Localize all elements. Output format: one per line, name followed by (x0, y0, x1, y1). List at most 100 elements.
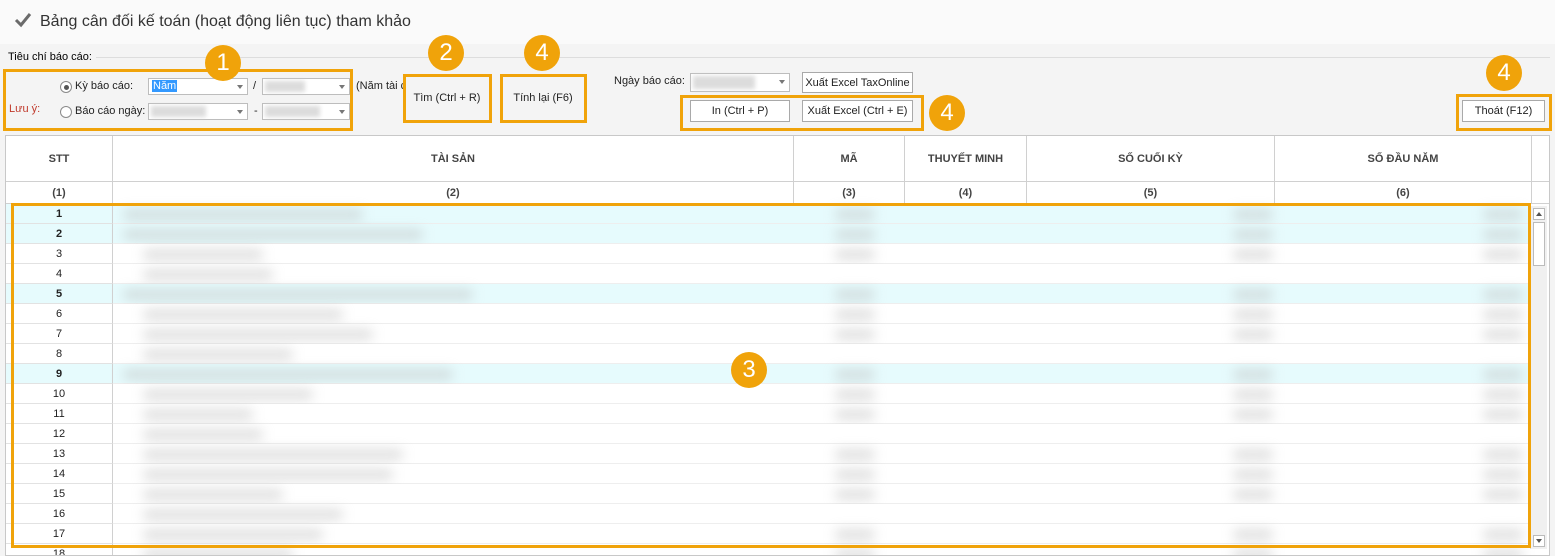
period-type-select[interactable]: Năm (148, 78, 248, 95)
blurred-code (835, 310, 875, 319)
blurred-value (151, 106, 206, 117)
blurred-begin-balance (1483, 450, 1523, 459)
table-row-number[interactable]: 15 (6, 484, 113, 504)
col-header-assets[interactable]: TÀI SẢN (113, 136, 794, 182)
period-radio[interactable] (60, 81, 72, 93)
blurred-asset-name (143, 390, 313, 399)
table-row[interactable] (113, 484, 1531, 504)
col-header-end-balance[interactable]: SỐ CUỐI KỲ (1027, 136, 1275, 182)
blurred-code (835, 450, 875, 459)
col-header-stt[interactable]: STT (6, 136, 113, 182)
date-from-select[interactable] (148, 103, 248, 120)
table-row-number[interactable]: 8 (6, 344, 113, 364)
table-row[interactable] (113, 524, 1531, 544)
export-taxonline-button[interactable]: Xuất Excel TaxOnline (802, 72, 913, 93)
print-button[interactable]: In (Ctrl + P) (690, 100, 790, 122)
col-sub-1: (1) (6, 182, 113, 204)
blurred-begin-balance (1483, 390, 1523, 399)
table-row[interactable] (113, 324, 1531, 344)
period-radio-label[interactable]: Kỳ báo cáo: (75, 80, 133, 92)
table-row-number[interactable]: 10 (6, 384, 113, 404)
blurred-asset-name (123, 230, 423, 239)
table-row[interactable] (113, 384, 1531, 404)
blurred-code (835, 390, 875, 399)
blurred-asset-name (143, 430, 263, 439)
blurred-asset-name (143, 270, 273, 279)
table-row[interactable] (113, 404, 1531, 424)
blurred-asset-name (123, 370, 453, 379)
table-row[interactable] (113, 464, 1531, 484)
blurred-code (835, 530, 875, 539)
table-row-number[interactable]: 18 (6, 544, 113, 555)
export-excel-button[interactable]: Xuất Excel (Ctrl + E) (802, 100, 913, 122)
table-row-number[interactable]: 1 (6, 204, 113, 224)
table-row[interactable] (113, 544, 1531, 555)
find-button[interactable]: Tìm (Ctrl + R) (406, 86, 488, 110)
table-row[interactable] (113, 224, 1531, 244)
recalc-button[interactable]: Tính lại (F6) (503, 86, 583, 110)
table-row[interactable] (113, 364, 1531, 384)
table-row[interactable] (113, 504, 1531, 524)
table-row[interactable] (113, 204, 1531, 224)
col-sub-2: (2) (113, 182, 794, 204)
col-sub-5: (5) (1027, 182, 1275, 204)
vertical-scrollbar[interactable] (1530, 206, 1547, 549)
report-date-select[interactable] (690, 73, 790, 92)
blurred-end-balance (1233, 370, 1273, 379)
date-to-select[interactable] (262, 103, 350, 120)
blurred-asset-name (143, 350, 293, 359)
table-row[interactable] (113, 304, 1531, 324)
blurred-value (265, 106, 320, 117)
table-row-number[interactable]: 13 (6, 444, 113, 464)
blurred-begin-balance (1483, 290, 1523, 299)
blurred-code (835, 550, 875, 555)
badge-2: 2 (428, 35, 464, 71)
badge-4-recalc: 4 (524, 35, 560, 71)
date-radio[interactable] (60, 106, 72, 118)
table-row-number[interactable]: 14 (6, 464, 113, 484)
blurred-begin-balance (1483, 470, 1523, 479)
blurred-end-balance (1233, 490, 1273, 499)
criteria-label: Tiêu chí báo cáo: (8, 51, 92, 63)
blurred-end-balance (1233, 330, 1273, 339)
title-bar: Bảng cân đối kế toán (hoạt động liên tục… (0, 0, 1555, 44)
scroll-up-icon[interactable] (1533, 208, 1545, 220)
table-row-number[interactable]: 4 (6, 264, 113, 284)
blurred-asset-name (143, 530, 323, 539)
chevron-down-icon (339, 85, 345, 89)
blurred-asset-name (123, 210, 363, 219)
table-row[interactable] (113, 284, 1531, 304)
balance-sheet-grid[interactable]: STT TÀI SẢN MÃ THUYẾT MINH SỐ CUỐI KỲ SỐ… (5, 135, 1550, 556)
table-row-number[interactable]: 11 (6, 404, 113, 424)
table-row-number[interactable]: 6 (6, 304, 113, 324)
scroll-down-icon[interactable] (1533, 535, 1545, 547)
period-year-select[interactable] (262, 78, 350, 95)
blurred-begin-balance (1483, 230, 1523, 239)
blurred-asset-name (143, 510, 343, 519)
table-row[interactable] (113, 344, 1531, 364)
col-header-code[interactable]: MÃ (794, 136, 905, 182)
col-header-begin-balance[interactable]: SỐ ĐẦU NĂM (1275, 136, 1532, 182)
dash-separator: - (254, 105, 258, 117)
table-row-number[interactable]: 3 (6, 244, 113, 264)
table-row-number[interactable]: 17 (6, 524, 113, 544)
chevron-down-icon (237, 85, 243, 89)
exit-button[interactable]: Thoát (F12) (1462, 100, 1545, 122)
table-row[interactable] (113, 244, 1531, 264)
blurred-end-balance (1233, 450, 1273, 459)
table-row-number[interactable]: 5 (6, 284, 113, 304)
table-row-number[interactable]: 7 (6, 324, 113, 344)
blurred-end-balance (1233, 390, 1273, 399)
table-row-number[interactable]: 12 (6, 424, 113, 444)
blurred-end-balance (1233, 410, 1273, 419)
scroll-thumb[interactable] (1533, 222, 1545, 266)
table-row-number[interactable]: 9 (6, 364, 113, 384)
table-row-number[interactable]: 16 (6, 504, 113, 524)
table-row[interactable] (113, 264, 1531, 284)
blurred-end-balance (1233, 530, 1273, 539)
table-row[interactable] (113, 444, 1531, 464)
col-header-note[interactable]: THUYẾT MINH (905, 136, 1027, 182)
date-radio-label[interactable]: Báo cáo ngày: (75, 105, 145, 117)
table-row[interactable] (113, 424, 1531, 444)
table-row-number[interactable]: 2 (6, 224, 113, 244)
